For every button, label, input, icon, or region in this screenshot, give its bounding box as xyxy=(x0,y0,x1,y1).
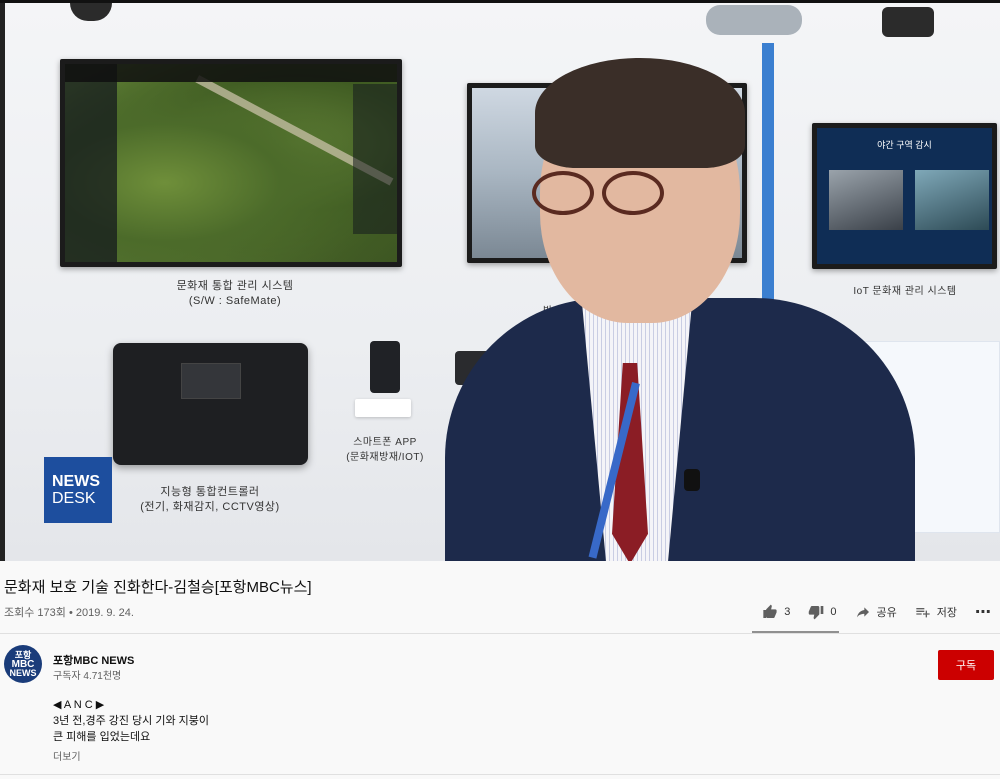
share-button[interactable]: 공유 xyxy=(855,604,897,620)
lapel-mic xyxy=(684,469,700,491)
person-glasses xyxy=(528,171,698,223)
like-button[interactable]: 3 xyxy=(762,604,790,620)
subscribe-button[interactable]: 구독 xyxy=(938,650,994,680)
video-left-edge xyxy=(0,3,5,561)
thumbs-down-icon xyxy=(809,606,824,620)
dislike-count: 0 xyxy=(830,606,837,618)
phone-caption: 스마트폰 APP (문화재방재/IOT) xyxy=(346,437,424,463)
description-line: 큰 피해를 입었는데요 xyxy=(53,731,151,743)
more-actions-button[interactable]: ⋯ xyxy=(975,602,992,622)
bottom-divider xyxy=(0,774,1000,775)
smart-controller xyxy=(113,343,308,465)
monitor1-caption: 문화재 통합 관리 시스템 (S/W : SafeMate) xyxy=(176,280,294,307)
monitor-iot: 야간 구역 감시 xyxy=(812,123,997,269)
avatar-text-3: NEWS xyxy=(9,667,37,678)
phone-stand xyxy=(355,399,411,417)
action-bar: 3 0 공유 저장 ⋯ xyxy=(744,599,992,625)
show-more-link[interactable]: 더보기 xyxy=(53,748,81,763)
video-description: ◀ A N C ▶ 3년 전,경주 강진 당시 기와 지붕이 큰 피해를 입었는… xyxy=(53,697,209,745)
save-label: 저장 xyxy=(936,607,957,619)
share-icon xyxy=(856,607,869,618)
more-icon: ⋯ xyxy=(975,604,992,621)
thumbs-up-icon xyxy=(763,604,777,618)
dislike-button[interactable]: 0 xyxy=(808,604,837,620)
monitor-safemate xyxy=(60,59,402,267)
video-player[interactable]: 문화재 통합 관리 시스템 (S/W : SafeMate) 방재시 야간 구역… xyxy=(0,0,1000,561)
video-title: 문화재 보호 기술 진화한다-김철승[포항MBC뉴스] xyxy=(4,579,312,596)
playlist-add-icon xyxy=(916,608,930,618)
subscriber-count: 구독자 4.71천명 xyxy=(53,671,122,682)
divider xyxy=(0,633,1000,634)
video-meta: 조회수 173회 • 2019. 9. 24. xyxy=(4,607,134,619)
person-hair xyxy=(535,58,745,168)
description-line: ◀ A N C ▶ xyxy=(53,699,105,711)
box-camera xyxy=(882,7,934,37)
channel-name[interactable]: 포항MBC NEWS xyxy=(53,652,134,668)
like-count: 3 xyxy=(784,606,791,618)
save-button[interactable]: 저장 xyxy=(915,604,957,620)
bullet-camera xyxy=(706,5,802,35)
news-desk-logo: NEWS DESK xyxy=(44,457,112,523)
monitor3-caption: IoT 문화재 관리 시스템 xyxy=(853,286,957,297)
channel-avatar[interactable]: 포항 MBC NEWS xyxy=(4,645,42,683)
share-label: 공유 xyxy=(876,607,897,619)
smartphone xyxy=(370,341,400,393)
monitor3-title: 야간 구역 감시 xyxy=(877,140,932,150)
controller-caption: 지능형 통합컨트롤러 (전기, 화재감지, CCTV영상) xyxy=(140,486,280,513)
description-line: 3년 전,경주 강진 당시 기와 지붕이 xyxy=(53,715,210,727)
